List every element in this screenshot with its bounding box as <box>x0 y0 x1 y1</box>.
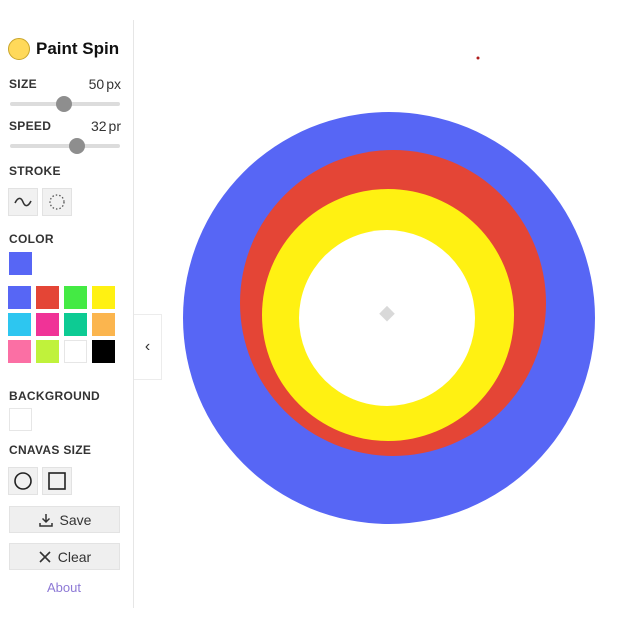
canvas-square-button[interactable] <box>42 467 72 495</box>
color-swatch[interactable] <box>8 286 31 309</box>
color-swatch[interactable] <box>64 286 87 309</box>
speed-label: SPEED <box>9 119 52 133</box>
color-label: COLOR <box>9 232 54 246</box>
canvas-circle-button[interactable] <box>8 467 38 495</box>
collapse-panel-button[interactable]: ‹ <box>134 314 162 380</box>
color-swatch[interactable] <box>8 313 31 336</box>
color-swatch[interactable] <box>92 340 115 363</box>
color-swatch[interactable] <box>92 286 115 309</box>
save-button[interactable]: Save <box>9 506 120 533</box>
stroke-wave-button[interactable] <box>8 188 38 216</box>
selected-color-swatch[interactable] <box>9 252 32 275</box>
clear-label: Clear <box>57 548 92 565</box>
about-link[interactable]: About <box>0 580 128 595</box>
paint-speck <box>476 56 480 60</box>
color-swatch[interactable] <box>92 313 115 336</box>
speed-value: 32 pr <box>90 118 121 134</box>
paint-canvas[interactable] <box>162 0 640 617</box>
color-swatch[interactable] <box>8 340 31 363</box>
paint-logo-icon <box>8 38 30 60</box>
spin-canvas-drawing <box>183 56 595 524</box>
size-label: SIZE <box>9 77 37 91</box>
size-slider[interactable] <box>10 96 120 112</box>
color-swatch[interactable] <box>36 313 59 336</box>
canvas-size-label: CNAVAS SIZE <box>9 443 92 457</box>
control-panel: Paint Spin SIZE 50 px SPEED 32 pr STROKE C… <box>0 20 134 608</box>
dotted-circle-icon <box>49 194 65 210</box>
color-swatch[interactable] <box>64 340 87 363</box>
download-icon <box>38 513 53 527</box>
close-icon <box>39 550 51 563</box>
clear-button[interactable]: Clear <box>9 543 120 570</box>
stroke-dotted-button[interactable] <box>42 188 72 216</box>
circle-icon <box>14 472 32 490</box>
chevron-left-icon: ‹ <box>144 338 151 355</box>
color-swatch[interactable] <box>36 286 59 309</box>
background-color-swatch[interactable] <box>9 408 32 431</box>
color-swatch[interactable] <box>64 313 87 336</box>
background-label: BACKGROUND <box>9 389 100 403</box>
save-label: Save <box>59 511 92 528</box>
size-value: 50 px <box>88 76 121 92</box>
app-header: Paint Spin <box>8 38 119 60</box>
app-title: Paint Spin <box>36 39 120 58</box>
square-icon <box>48 472 66 490</box>
stroke-label: STROKE <box>9 164 61 178</box>
wave-icon <box>14 197 32 207</box>
speed-slider-thumb[interactable] <box>69 138 86 154</box>
speed-slider[interactable] <box>10 138 120 154</box>
color-swatch[interactable] <box>36 340 59 363</box>
size-slider-thumb[interactable] <box>55 96 72 112</box>
